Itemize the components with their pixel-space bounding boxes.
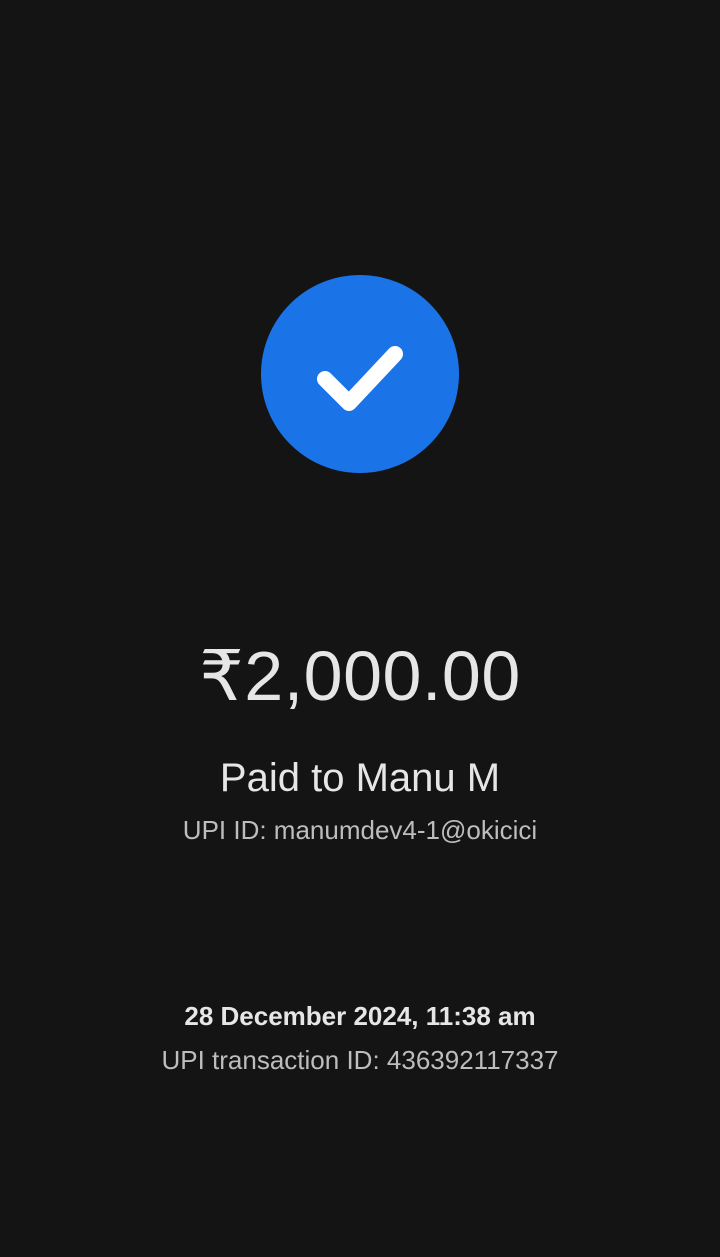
transaction-datetime: 28 December 2024, 11:38 am (184, 1001, 536, 1031)
payee-name: Paid to Manu M (219, 756, 501, 800)
checkmark-icon (317, 346, 403, 411)
payment-success-badge (261, 275, 459, 473)
payee-upi-id: UPI ID: manumdev4-1@okicici (182, 815, 538, 845)
payment-amount: ₹2,000.00 (199, 637, 521, 715)
upi-transaction-id: UPI transaction ID: 436392117337 (161, 1045, 559, 1075)
